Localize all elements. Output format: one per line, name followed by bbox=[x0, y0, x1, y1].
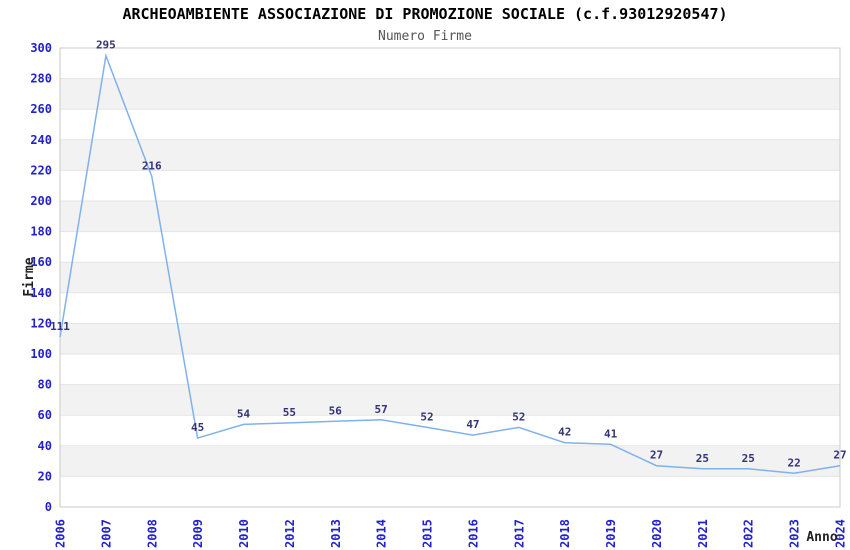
y-tick-label: 200 bbox=[30, 194, 52, 208]
data-point-label: 42 bbox=[558, 426, 571, 439]
y-tick-label: 300 bbox=[30, 41, 52, 55]
data-point-label: 57 bbox=[375, 403, 388, 416]
x-tick-label: 2014 bbox=[375, 519, 389, 548]
y-tick-label: 40 bbox=[38, 439, 52, 453]
x-tick-label: 2015 bbox=[421, 519, 435, 548]
chart-title: ARCHEOAMBIENTE ASSOCIAZIONE DI PROMOZION… bbox=[122, 5, 727, 23]
data-point-label: 25 bbox=[696, 452, 709, 465]
y-tick-label: 260 bbox=[30, 102, 52, 116]
x-tick-label: 2016 bbox=[466, 519, 480, 548]
data-point-label: 27 bbox=[833, 449, 846, 462]
x-tick-label: 2022 bbox=[742, 519, 756, 548]
data-point-label: 41 bbox=[604, 427, 618, 440]
x-tick-label: 2013 bbox=[329, 519, 343, 548]
y-tick-label: 120 bbox=[30, 316, 52, 330]
x-axis-title: Anno bbox=[806, 530, 837, 545]
data-point-label: 52 bbox=[512, 410, 525, 423]
x-tick-label: 2018 bbox=[558, 519, 572, 548]
data-point-label: 295 bbox=[96, 39, 116, 52]
chart-container: 0 20 40 60 80 100 120 140 160 180 200 220 240 260 280 3… bbox=[0, 0, 850, 550]
x-tick-label: 2010 bbox=[237, 519, 251, 548]
x-tick-label: 2012 bbox=[283, 519, 297, 548]
y-tick-label: 60 bbox=[38, 408, 52, 422]
chart-subtitle: Numero Firme bbox=[378, 29, 472, 44]
data-point-label: 111 bbox=[50, 320, 70, 333]
grid-band bbox=[60, 445, 840, 477]
y-tick-label: 280 bbox=[30, 72, 52, 86]
y-tick-label: 180 bbox=[30, 225, 52, 239]
data-point-label: 52 bbox=[420, 410, 433, 423]
data-point-label: 25 bbox=[742, 452, 755, 465]
data-point-label: 55 bbox=[283, 406, 296, 419]
line-chart: 0204060801001201401601802002202402602803… bbox=[22, 5, 848, 548]
y-tick-label: 0 bbox=[45, 500, 52, 514]
x-tick-label: 2019 bbox=[604, 519, 618, 548]
data-point-label: 216 bbox=[142, 160, 162, 173]
y-tick-label: 240 bbox=[30, 133, 52, 147]
data-point-label: 56 bbox=[329, 404, 343, 417]
plot-area: 0204060801001201401601802002202402602803… bbox=[30, 39, 847, 548]
grid-band bbox=[60, 201, 840, 232]
data-point-label: 27 bbox=[650, 449, 663, 462]
x-tick-label: 2008 bbox=[145, 519, 159, 548]
x-tick-label: 2006 bbox=[54, 519, 68, 548]
x-tick-label: 2021 bbox=[696, 519, 710, 548]
y-tick-label: 100 bbox=[30, 347, 52, 361]
x-tick-label: 2009 bbox=[191, 519, 205, 548]
y-axis-title: Firme bbox=[22, 257, 37, 296]
data-point-label: 45 bbox=[191, 421, 204, 434]
grid-band bbox=[60, 78, 840, 110]
x-tick-label: 2017 bbox=[512, 519, 526, 548]
grid-band bbox=[60, 384, 840, 416]
x-tick-label: 2023 bbox=[788, 519, 802, 548]
y-tick-label: 20 bbox=[38, 469, 52, 483]
x-tick-label: 2007 bbox=[99, 519, 113, 548]
grid-band bbox=[60, 139, 840, 171]
grid-band bbox=[60, 323, 840, 354]
data-point-label: 22 bbox=[787, 456, 800, 469]
y-tick-label: 80 bbox=[38, 378, 52, 392]
x-tick-label: 2020 bbox=[650, 519, 664, 548]
y-tick-label: 220 bbox=[30, 163, 52, 177]
data-point-label: 47 bbox=[466, 418, 479, 431]
grid-band bbox=[60, 262, 840, 293]
data-point-label: 54 bbox=[237, 407, 251, 420]
